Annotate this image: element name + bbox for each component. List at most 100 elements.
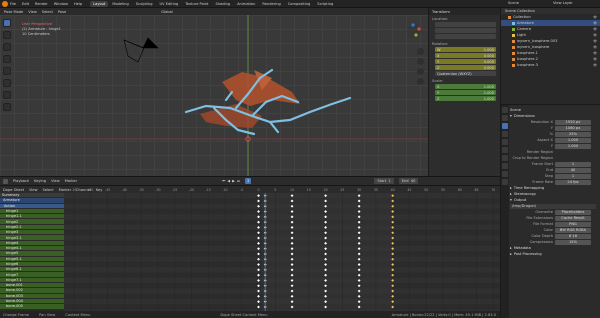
outliner-item-label: Collection: [513, 15, 531, 19]
ruler-tick-label: -10: [222, 188, 227, 192]
location-z-field[interactable]: [435, 34, 496, 39]
workspace-tab-scripting[interactable]: Scripting: [314, 1, 336, 7]
output-value[interactable]: Placeholders: [555, 209, 591, 215]
blender-logo-icon[interactable]: [2, 1, 8, 7]
visibility-eye-icon[interactable]: 👁: [593, 45, 597, 49]
visibility-eye-icon[interactable]: 👁: [593, 15, 597, 19]
play-reverse-icon[interactable]: ◀: [227, 179, 230, 183]
dimension-value[interactable]: 40: [555, 167, 591, 173]
camera-object: [123, 37, 159, 63]
scale-x-field[interactable]: X 1.000: [435, 84, 496, 89]
workspace-tab-layout[interactable]: Layout: [90, 0, 109, 7]
current-frame-field[interactable]: 2: [245, 178, 252, 184]
location-y-field[interactable]: [435, 28, 496, 33]
tool-tab-icon[interactable]: [502, 107, 508, 113]
dimension-value[interactable]: 1: [555, 161, 591, 167]
view-menu-timeline[interactable]: View: [51, 179, 60, 183]
start-frame-field[interactable]: Start 1: [374, 178, 394, 184]
visibility-eye-icon[interactable]: 👁: [593, 51, 597, 55]
bone-channel[interactable]: bone.005: [0, 304, 64, 310]
zoom-icon[interactable]: [417, 48, 424, 55]
output-value[interactable]: 8 16: [555, 233, 591, 239]
render-tab-icon[interactable]: [502, 115, 508, 121]
transform-panel-header[interactable]: Transform: [429, 8, 500, 15]
visibility-eye-icon[interactable]: 👁: [593, 21, 597, 25]
dimension-label: Frame Rate: [532, 180, 553, 184]
rotation-mode-select[interactable]: Quaternion (WXYZ): [435, 71, 496, 76]
pan-icon[interactable]: [417, 58, 424, 65]
rotation-w-field[interactable]: W 1.000: [435, 47, 496, 52]
dimension-value[interactable]: [555, 156, 591, 161]
post-processing-section[interactable]: ▸ Post Processing: [510, 251, 600, 257]
ruler-tick-label: -15: [206, 188, 211, 192]
visibility-eye-icon[interactable]: 👁: [593, 39, 597, 43]
keyframe-area[interactable]: [64, 193, 500, 311]
workspace-tab-sculpting[interactable]: Sculpting: [133, 1, 156, 7]
workspace-tab-compositing[interactable]: Compositing: [285, 1, 314, 7]
visibility-eye-icon[interactable]: 👁: [593, 57, 597, 61]
menu-edit[interactable]: Edit: [22, 2, 29, 6]
outliner-item[interactable]: Icosphere.3 👁: [501, 62, 600, 68]
output-tab-icon[interactable]: [502, 123, 508, 129]
menu-file[interactable]: File: [10, 2, 16, 6]
dopesheet-select-menu[interactable]: Select: [43, 188, 54, 192]
visibility-eye-icon[interactable]: 👁: [593, 63, 597, 67]
view-layer-tab-icon[interactable]: [502, 131, 508, 137]
frame-ruler[interactable]: -55 -50 -45 -40 -35 -30 -25 -20 -15 -10 -5 0 5 10 15 20…: [64, 186, 500, 193]
output-value[interactable]: 15%: [555, 239, 591, 245]
scene-selector[interactable]: Scene: [508, 1, 519, 5]
workspace-tab-rendering[interactable]: Rendering: [259, 1, 283, 7]
playback-menu[interactable]: Playback: [13, 179, 29, 183]
marker-menu-timeline[interactable]: Marker: [65, 179, 77, 183]
outliner-item-label: wyvern_Icosphere: [517, 45, 550, 49]
workspace-tab-modeling[interactable]: Modeling: [109, 1, 131, 7]
output-value[interactable]: PNG: [555, 221, 591, 227]
camera-view-icon[interactable]: [417, 68, 424, 75]
scene-tab-icon[interactable]: [502, 139, 508, 145]
ruler-tick-label: 20: [324, 188, 328, 192]
output-value[interactable]: Cache Result: [555, 215, 591, 221]
workspace-tab-uv-editing[interactable]: UV Editing: [157, 1, 182, 7]
jump-start-icon[interactable]: ⏮: [222, 179, 225, 183]
workspace-tab-shading[interactable]: Shading: [212, 1, 233, 7]
end-frame-field[interactable]: End 40: [398, 178, 419, 184]
menu-render[interactable]: Render: [35, 2, 48, 6]
scale-y-field[interactable]: Y 1.000: [435, 90, 496, 95]
dimension-value[interactable]: 1920 px: [555, 119, 591, 125]
play-icon[interactable]: ▶: [232, 179, 235, 183]
workspace-tab-texture-paint[interactable]: Texture Paint: [182, 1, 211, 7]
modifier-tab-icon[interactable]: [502, 163, 508, 169]
3d-viewport[interactable]: Pose Mode View Select Pose Global User P…: [0, 8, 428, 176]
rotation-x-field[interactable]: X 0.000: [435, 53, 496, 58]
dopesheet-mode-selector[interactable]: Dope Sheet: [3, 188, 24, 192]
dimension-value[interactable]: 25%: [555, 131, 591, 137]
output-value[interactable]: BW RGB RGBA: [555, 227, 591, 233]
constraint-tab-icon[interactable]: [502, 171, 508, 177]
world-tab-icon[interactable]: [502, 147, 508, 153]
ruler-tick-label: 30: [357, 188, 361, 192]
visibility-eye-icon[interactable]: 👁: [593, 33, 597, 37]
menu-window[interactable]: Window: [54, 2, 68, 6]
jump-end-icon[interactable]: ⏭: [237, 179, 240, 183]
view-layer-selector[interactable]: View Layer: [553, 1, 573, 5]
object-tab-icon[interactable]: [502, 155, 508, 161]
scale-z-field[interactable]: Z 1.000: [435, 96, 496, 101]
location-x-field[interactable]: [435, 22, 496, 27]
timeline-editor-icon[interactable]: [3, 178, 8, 184]
menu-help[interactable]: Help: [74, 2, 82, 6]
dimension-value[interactable]: 1.000: [555, 137, 591, 143]
rotation-z-field[interactable]: Z 0.000: [435, 65, 496, 70]
workspace-tab-animation[interactable]: Animation: [234, 1, 258, 7]
dimension-value[interactable]: 1: [555, 173, 591, 179]
dimension-value[interactable]: 1.000: [555, 143, 591, 149]
dimension-value[interactable]: [555, 150, 591, 155]
output-path-field[interactable]: /tmp/Dragon\: [510, 203, 600, 209]
dopesheet-view-menu[interactable]: View: [29, 188, 38, 192]
data-tab-icon[interactable]: [502, 179, 508, 185]
dimension-value[interactable]: 24 fps: [555, 179, 591, 185]
rotation-y-field[interactable]: Y 0.000: [435, 59, 496, 64]
visibility-eye-icon[interactable]: 👁: [593, 27, 597, 31]
perspective-icon[interactable]: [417, 78, 424, 85]
dimension-value[interactable]: 1080 px: [555, 125, 591, 131]
keying-menu[interactable]: Keying: [34, 179, 46, 183]
